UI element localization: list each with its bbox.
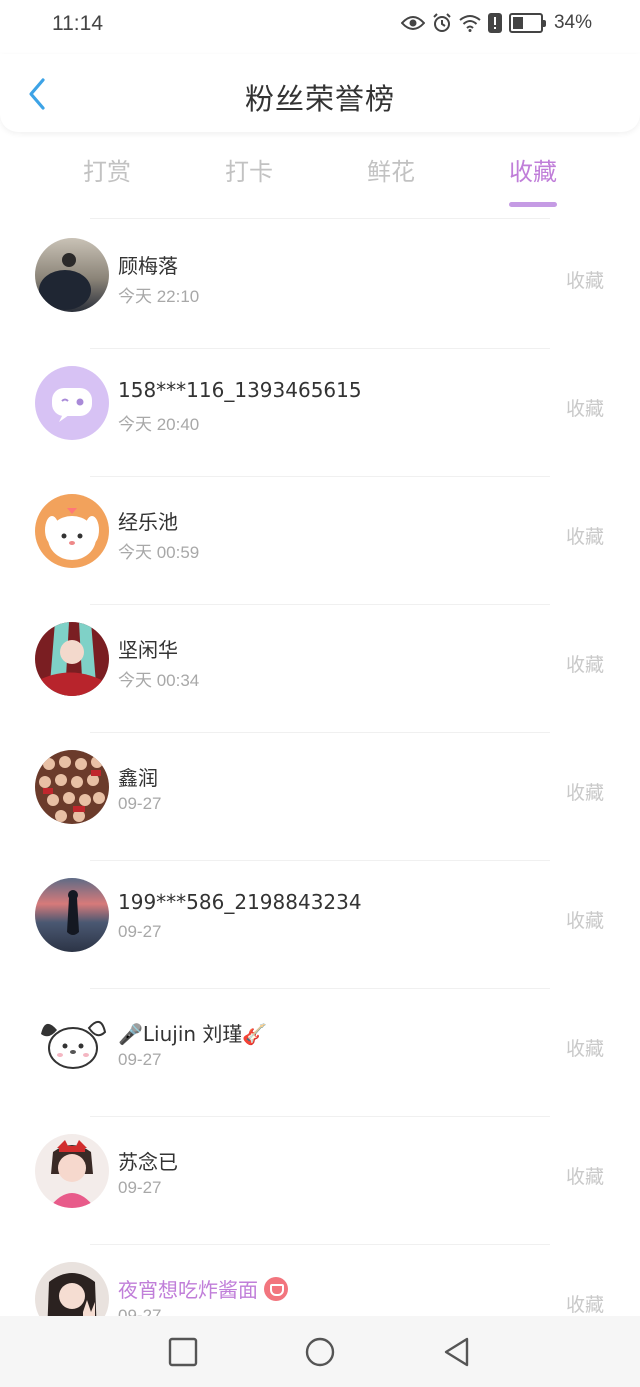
list-item[interactable]: 158***116_1393465615 今天 20:40 收藏 (0, 348, 640, 476)
eye-icon (400, 15, 425, 31)
favorite-label: 收藏 (565, 654, 604, 676)
fan-name: 158***116_1393465615 (118, 378, 362, 402)
fan-name: 鑫润 (118, 766, 158, 790)
status-bar: 11:14 34% (0, 0, 640, 54)
fan-time: 今天 20:40 (118, 415, 200, 434)
avatar[interactable] (35, 238, 109, 312)
fan-time: 09-27 (118, 794, 162, 813)
fan-time: 今天 22:10 (118, 287, 200, 306)
tab-label: 打卡 (225, 158, 273, 186)
recent-apps-button[interactable] (167, 1336, 199, 1368)
tab-flowers[interactable]: 鲜花 (331, 152, 451, 187)
fan-time: 09-27 (118, 1050, 162, 1069)
fan-name: 苏念已 (118, 1150, 178, 1174)
fan-name: 199***586_2198843234 (118, 890, 362, 914)
tab-favorites[interactable]: 收藏 (473, 152, 593, 207)
favorite-label: 收藏 (565, 1294, 604, 1316)
fan-name: 🎤Liujin 刘瑾🎸 (118, 1022, 268, 1046)
fan-name: 坚闲华 (118, 638, 178, 662)
nav-header: 粉丝荣誉榜 (0, 54, 640, 132)
avatar[interactable] (35, 366, 109, 440)
active-tab-indicator (509, 202, 557, 207)
list-item[interactable]: 经乐池 今天 00:59 收藏 (0, 476, 640, 604)
list-item[interactable]: 顾梅落 今天 22:10 收藏 (0, 220, 640, 348)
avatar[interactable] (35, 1134, 109, 1208)
fan-list: 顾梅落 今天 22:10 收藏 158***116_1393465615 今天 … (0, 220, 640, 1372)
status-time: 11:14 (52, 12, 103, 35)
home-icon (305, 1337, 335, 1367)
avatar[interactable] (35, 494, 109, 568)
tab-label: 打赏 (83, 158, 131, 186)
status-icons: 34% (400, 12, 592, 34)
fan-time: 今天 00:34 (118, 671, 200, 690)
avatar[interactable] (35, 750, 109, 824)
tab-checkin[interactable]: 打卡 (189, 152, 309, 187)
fan-name: 顾梅落 (118, 254, 178, 278)
list-item[interactable]: 🎤Liujin 刘瑾🎸 09-27 收藏 (0, 988, 640, 1116)
fan-name-text: 夜宵想吃炸酱面 (118, 1278, 258, 1302)
fan-time: 09-27 (118, 922, 162, 941)
back-triangle-icon (444, 1337, 469, 1367)
avatar[interactable] (35, 878, 109, 952)
avatar[interactable] (35, 622, 109, 696)
divider (90, 218, 550, 219)
tab-bar: 打赏 打卡 鲜花 收藏 (0, 142, 640, 208)
list-item[interactable]: 鑫润 09-27 收藏 (0, 732, 640, 860)
favorite-label: 收藏 (565, 1166, 604, 1188)
fan-name: 夜宵想吃炸酱面 (118, 1274, 288, 1303)
fan-name: 经乐池 (118, 510, 178, 534)
battery-percent: 34% (553, 12, 592, 33)
alert-icon (487, 13, 502, 33)
favorite-label: 收藏 (565, 398, 604, 420)
recent-apps-icon (168, 1337, 198, 1367)
home-button[interactable] (304, 1336, 336, 1368)
fan-time: 今天 00:59 (118, 543, 200, 562)
tab-label: 收藏 (509, 158, 557, 186)
list-item[interactable]: 苏念已 09-27 收藏 (0, 1116, 640, 1244)
fan-time: 09-27 (118, 1178, 162, 1197)
alarm-icon (432, 13, 452, 33)
favorite-label: 收藏 (565, 270, 604, 292)
system-nav-bar (0, 1316, 640, 1387)
tab-label: 鲜花 (367, 158, 415, 186)
avatar[interactable] (35, 1006, 109, 1080)
list-item[interactable]: 坚闲华 今天 00:34 收藏 (0, 604, 640, 732)
favorite-label: 收藏 (565, 910, 604, 932)
favorite-label: 收藏 (565, 526, 604, 548)
battery-icon (508, 13, 546, 33)
page-title: 粉丝荣誉榜 (244, 82, 395, 116)
wifi-icon (459, 14, 481, 32)
favorite-label: 收藏 (565, 1038, 604, 1060)
list-item[interactable]: 199***586_2198843234 09-27 收藏 (0, 860, 640, 988)
tab-reward[interactable]: 打赏 (47, 152, 167, 187)
back-nav-button[interactable] (441, 1336, 473, 1368)
vip-badge-icon (264, 1277, 288, 1301)
favorite-label: 收藏 (565, 782, 604, 804)
